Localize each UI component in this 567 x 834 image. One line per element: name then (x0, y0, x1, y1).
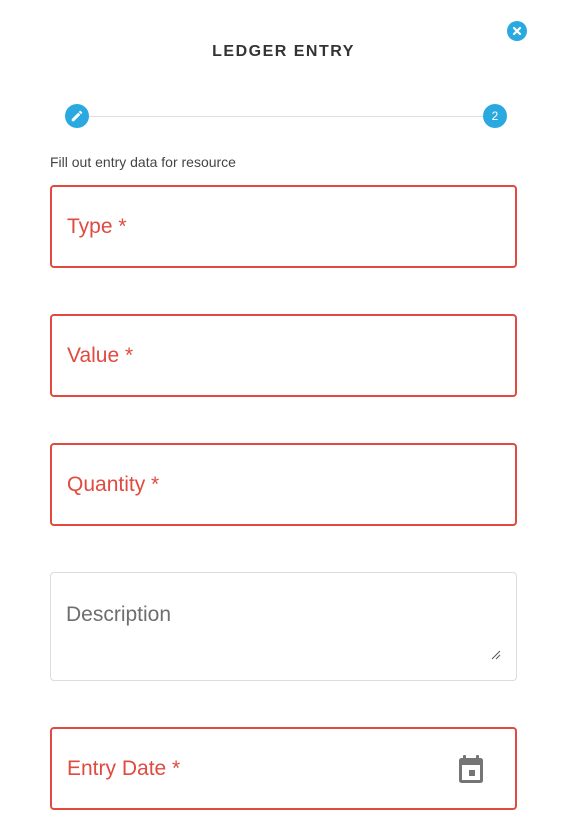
stepper-connector (77, 115, 495, 117)
close-button[interactable] (507, 21, 527, 41)
dialog-title: LEDGER ENTRY (212, 43, 355, 60)
value-field[interactable]: Value * (50, 314, 517, 397)
step-1[interactable] (65, 104, 89, 128)
description-field[interactable]: Description (50, 572, 517, 681)
type-field[interactable]: Type * (50, 185, 517, 268)
quantity-field[interactable]: Quantity * (50, 443, 517, 526)
resize-handle-icon[interactable] (489, 648, 501, 660)
form-instructions: Fill out entry data for resource (50, 154, 236, 170)
description-field-label: Description (66, 603, 172, 626)
close-icon (512, 26, 522, 36)
type-field-label: Type * (67, 214, 127, 238)
quantity-field-label: Quantity * (67, 472, 160, 496)
value-field-label: Value * (67, 343, 134, 367)
pencil-icon (71, 110, 83, 122)
stepper: 2 (65, 104, 507, 128)
ledger-entry-dialog: LEDGER ENTRY 2 Fill out entry data for r… (0, 0, 567, 834)
entry-date-field-label: Entry Date * (67, 756, 181, 780)
step-2[interactable]: 2 (483, 104, 507, 128)
entry-date-field[interactable]: Entry Date * (50, 727, 517, 810)
step-2-label: 2 (491, 109, 499, 123)
calendar-icon[interactable] (457, 754, 485, 784)
